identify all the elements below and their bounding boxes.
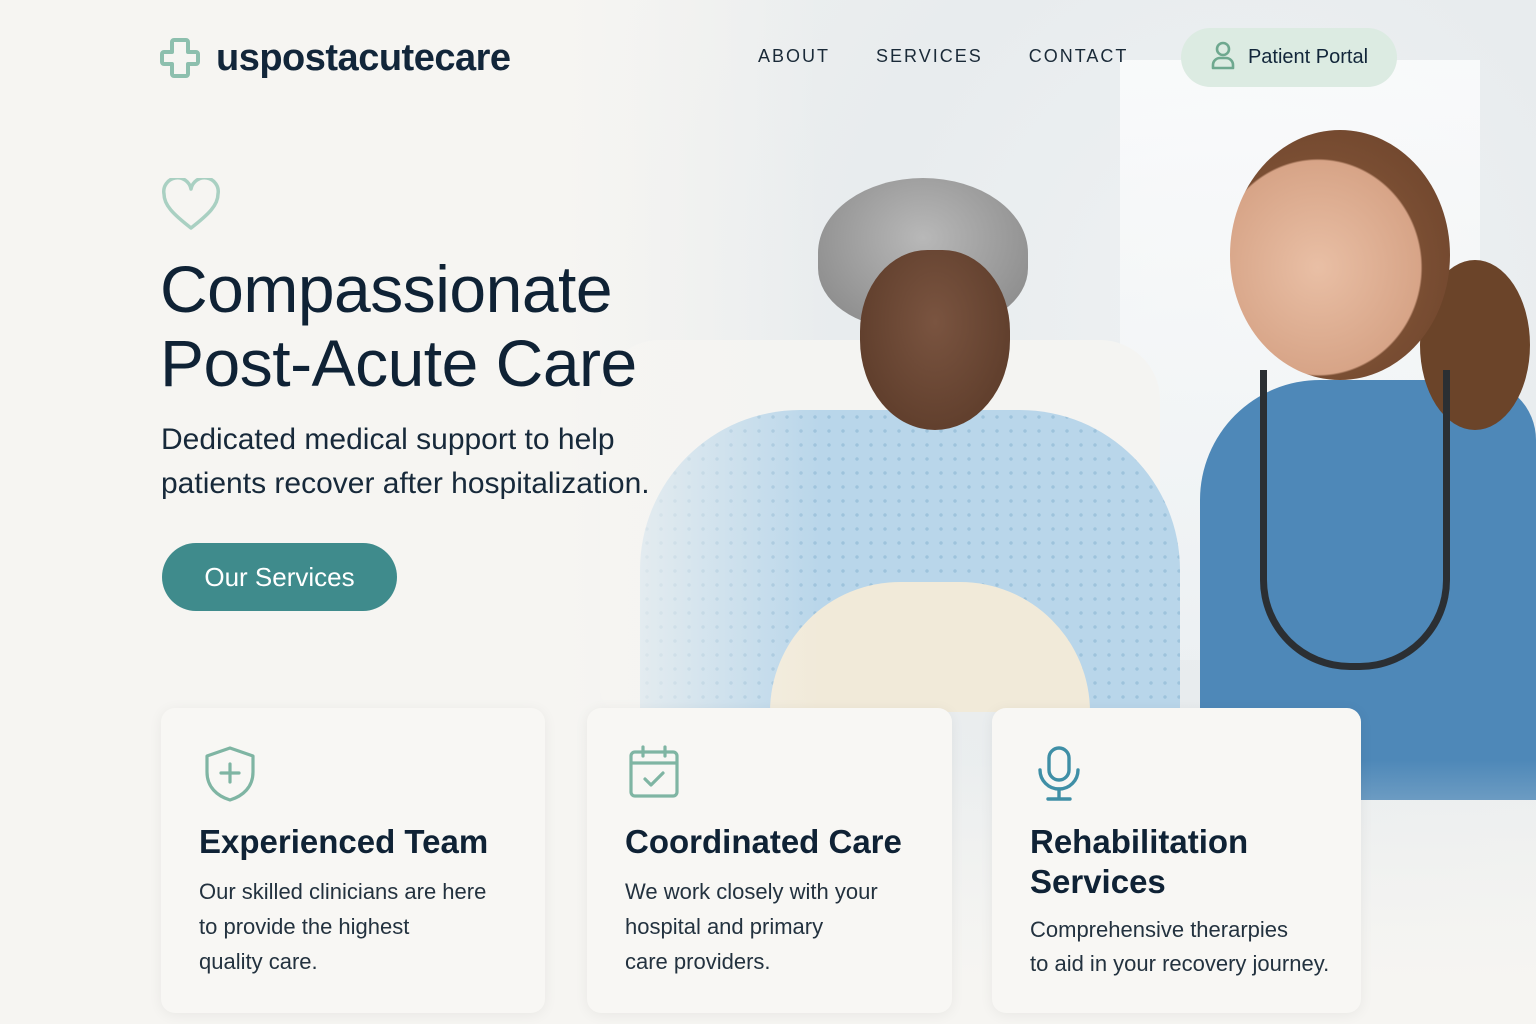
nurse-head (1230, 130, 1450, 380)
card-title: Rehabilitation Services (1030, 822, 1330, 902)
landing-page: uspostacutecare ABOUT SERVICES CONTACT P… (0, 0, 1536, 1024)
microphone-icon (1032, 744, 1086, 809)
stethoscope (1260, 370, 1450, 670)
logo-link[interactable]: uspostacutecare (158, 36, 511, 80)
card-text: Comprehensive therarpies to aid in your … (1030, 913, 1350, 981)
card-title: Coordinated Care (625, 822, 925, 862)
card-title-line-1: Coordinated Care (625, 823, 902, 860)
hero-subtitle-line-1: Dedicated medical support to help (161, 423, 615, 456)
nav-contact[interactable]: CONTACT (1029, 46, 1129, 67)
patient-portal-button[interactable]: Patient Portal (1181, 28, 1397, 87)
our-services-button[interactable]: Our Services (162, 543, 397, 611)
card-text-line-2: hospital and primary (625, 914, 824, 939)
card-text-line-2: to aid in your recovery journey. (1030, 951, 1330, 976)
card-title-line-2: Services (1030, 863, 1166, 900)
card-text-line-3: care providers. (625, 949, 771, 974)
user-icon (1210, 40, 1236, 76)
card-text: We work closely with your hospital and p… (625, 874, 945, 979)
main-nav: ABOUT SERVICES CONTACT (758, 46, 1128, 67)
card-text: Our skilled clinicians are here to provi… (199, 874, 519, 979)
brand-name: uspostacutecare (216, 36, 511, 79)
card-text-line-1: Comprehensive therarpies (1030, 917, 1289, 942)
feature-card-rehabilitation-services: Rehabilitation Services Comprehensive th… (992, 708, 1361, 1013)
hero-title: Compassionate Post-Acute Care (160, 252, 760, 400)
heart-icon (161, 176, 221, 237)
card-text-line-2: to provide the highest (199, 914, 410, 939)
feature-card-experienced-team: Experienced Team Our skilled clinicians … (161, 708, 545, 1013)
feature-card-coordinated-care: Coordinated Care We work closely with yo… (587, 708, 952, 1013)
card-title-line-1: Experienced Team (199, 823, 489, 860)
card-title: Experienced Team (199, 822, 499, 862)
nav-services[interactable]: SERVICES (876, 46, 983, 67)
shield-plus-icon (201, 744, 259, 809)
nav-about[interactable]: ABOUT (758, 46, 830, 67)
patient-portal-label: Patient Portal (1247, 46, 1369, 68)
card-title-line-1: Rehabilitation (1030, 823, 1249, 860)
calendar-check-icon (627, 744, 683, 805)
medical-cross-icon (158, 36, 202, 80)
hero-subtitle-line-2: patients recover after hospitalization. (161, 467, 650, 500)
card-text-line-3: quality care. (199, 949, 318, 974)
hero-title-line-1: Compassionate (160, 252, 613, 326)
hero-subtitle: Dedicated medical support to help patien… (161, 418, 721, 506)
hero-title-line-2: Post-Acute Care (160, 326, 637, 400)
card-text-line-1: Our skilled clinicians are here (199, 879, 487, 904)
site-header: uspostacutecare ABOUT SERVICES CONTACT P… (0, 0, 1536, 116)
patient-face (860, 250, 1010, 430)
card-text-line-1: We work closely with your (625, 879, 878, 904)
